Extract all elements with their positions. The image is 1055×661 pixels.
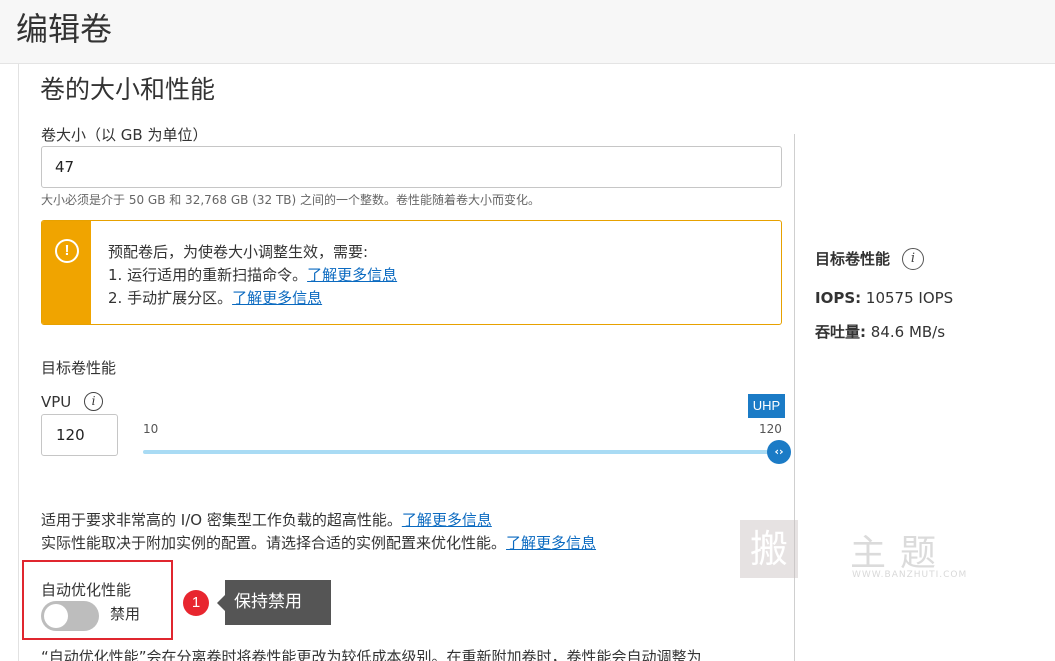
- toggle-knob: [44, 604, 68, 628]
- auto-tune-state: 禁用: [110, 605, 141, 623]
- volume-size-input[interactable]: [41, 146, 782, 188]
- watermark-url: WWW.BANZHUTI.COM: [852, 570, 968, 580]
- vpu-input[interactable]: [41, 414, 118, 456]
- warning-line-1: 预配卷后，为使卷大小调整生效，需要:: [108, 243, 369, 261]
- learn-more-link-partition[interactable]: 了解更多信息: [232, 289, 322, 307]
- slider-max-label: 120: [759, 422, 782, 436]
- warning-line-3: 2. 手动扩展分区。了解更多信息: [108, 287, 322, 308]
- header-bar: 编辑卷: [0, 0, 1055, 64]
- vpu-info-icon[interactable]: i: [84, 392, 103, 411]
- annotation-number-badge: 1: [183, 590, 209, 616]
- volume-size-label: 卷大小（以 GB 为单位）: [41, 126, 208, 144]
- section-title: 卷的大小和性能: [40, 75, 216, 104]
- annotation-highlight-box: [22, 560, 173, 640]
- throughput-label: 吞吐量:: [815, 323, 866, 341]
- warning-line-2: 1. 运行适用的重新扫描命令。了解更多信息: [108, 264, 397, 285]
- throughput-value: 84.6 MB/s: [870, 323, 946, 341]
- learn-more-link-uhp[interactable]: 了解更多信息: [402, 511, 492, 529]
- vpu-slider-track[interactable]: [143, 450, 779, 454]
- iops-label: IOPS:: [815, 289, 862, 307]
- vpu-slider-thumb[interactable]: ‹›: [767, 440, 791, 464]
- iops-value: 10575 IOPS: [865, 289, 954, 307]
- performance-description-1-text: 适用于要求非常高的 I/O 密集型工作负载的超高性能。: [41, 511, 402, 529]
- watermark: 搬 主题 WWW.BANZHUTI.COM: [740, 520, 970, 582]
- annotation-callout: 保持禁用: [225, 580, 331, 625]
- learn-more-link-instance[interactable]: 了解更多信息: [506, 534, 596, 552]
- slider-value-badge: UHP: [748, 394, 785, 418]
- performance-description-2: 实际性能取决于附加实例的配置。请选择合适的实例配置来优化性能。了解更多信息: [41, 532, 596, 553]
- slider-min-label: 10: [143, 422, 159, 436]
- warning-line-2-text: 1. 运行适用的重新扫描命令。: [108, 266, 308, 284]
- volume-size-help: 大小必须是介于 50 GB 和 32,768 GB (32 TB) 之间的一个整…: [41, 193, 541, 207]
- throughput-row: 吞吐量: 84.6 MB/s: [815, 321, 945, 342]
- learn-more-link-rescan[interactable]: 了解更多信息: [307, 266, 397, 284]
- resize-warning-alert: ! 预配卷后，为使卷大小调整生效，需要: 1. 运行适用的重新扫描命令。了解更多…: [41, 220, 782, 325]
- warning-strip: !: [42, 221, 91, 324]
- left-rule: [18, 64, 19, 661]
- auto-tune-description: “自动优化性能”会在分离卷时将卷性能更改为较低成本级别。在重新附加卷时，卷性能会…: [41, 648, 702, 661]
- watermark-text: 主题: [850, 533, 951, 574]
- auto-tune-label: 自动优化性能: [41, 581, 132, 599]
- warning-line-3-text: 2. 手动扩展分区。: [108, 289, 233, 307]
- target-performance-label: 目标卷性能: [41, 359, 117, 377]
- performance-description-1: 适用于要求非常高的 I/O 密集型工作负载的超高性能。了解更多信息: [41, 509, 492, 530]
- page-title: 编辑卷: [16, 10, 113, 48]
- watermark-seal: 搬: [740, 520, 798, 578]
- side-panel-title: 目标卷性能: [815, 250, 891, 268]
- auto-tune-toggle[interactable]: [41, 601, 99, 631]
- side-panel-info-icon[interactable]: i: [902, 248, 924, 270]
- vpu-label: VPU: [41, 393, 72, 411]
- iops-row: IOPS: 10575 IOPS: [815, 289, 953, 307]
- performance-description-2-text: 实际性能取决于附加实例的配置。请选择合适的实例配置来优化性能。: [41, 534, 507, 552]
- exclamation-circle-icon: !: [55, 239, 79, 263]
